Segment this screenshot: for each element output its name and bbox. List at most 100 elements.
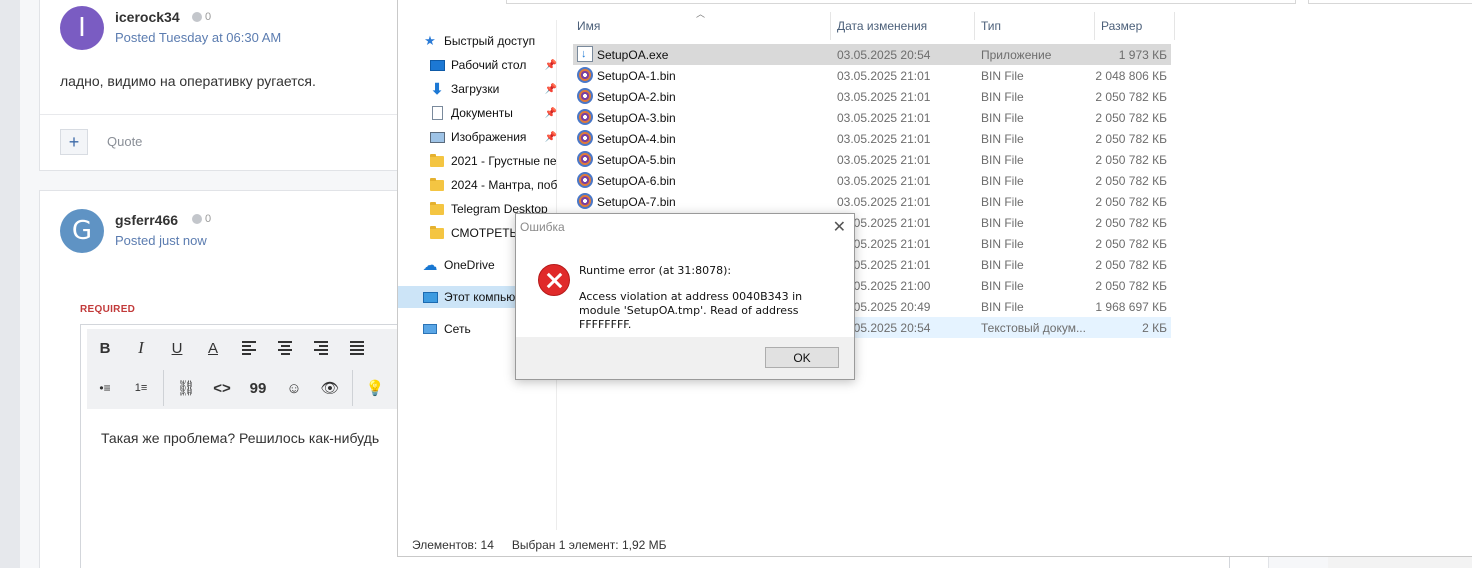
column-header-type[interactable]: Тип xyxy=(981,16,1001,36)
nav-item-label: OneDrive xyxy=(444,258,495,272)
file-date: 03.05.2025 21:01 xyxy=(837,69,931,83)
add-reaction-button[interactable]: + xyxy=(60,129,88,155)
column-header-name[interactable]: Имя xyxy=(577,16,600,36)
align-right-icon[interactable] xyxy=(303,333,339,363)
reputation-count: 0 xyxy=(205,213,212,225)
computer-icon xyxy=(422,289,438,305)
username-link[interactable]: gsferr466 xyxy=(115,212,178,228)
column-header-size[interactable]: Размер xyxy=(1101,16,1142,36)
column-separator[interactable] xyxy=(830,12,831,40)
align-justify-icon[interactable] xyxy=(339,333,375,363)
align-center-icon[interactable] xyxy=(267,333,303,363)
file-type: BIN File xyxy=(981,237,1024,251)
error-dialog: Ошибка ✕ Runtime error (at 31:8078): Acc… xyxy=(515,213,855,380)
quote-button[interactable]: Quote xyxy=(107,134,142,149)
username-link[interactable]: icerock34 xyxy=(115,9,180,25)
nav-item-label: Быстрый доступ xyxy=(444,34,536,48)
emoji-icon[interactable]: ☺ xyxy=(276,373,312,403)
file-size: 2 050 782 КБ xyxy=(1095,111,1167,125)
bullet-list-icon[interactable]: •≡ xyxy=(87,373,123,403)
post-timestamp[interactable]: Posted just now xyxy=(115,233,207,248)
pin-icon[interactable]: 📌 xyxy=(545,132,557,143)
file-name: SetupOA-7.bin xyxy=(597,195,676,209)
file-type: BIN File xyxy=(981,90,1024,104)
pin-icon[interactable]: 📌 xyxy=(545,84,557,95)
nav-item[interactable]: 2021 - Грустные пе xyxy=(429,150,563,172)
underline-button[interactable]: U xyxy=(159,333,195,363)
ok-button[interactable]: OK xyxy=(765,347,839,368)
file-row[interactable]: SetupOA-6.bin 03.05.2025 21:01 BIN File 2 0… xyxy=(573,170,1171,191)
italic-button[interactable]: I xyxy=(123,333,159,363)
file-row[interactable]: ↓ SetupOA.exe 03.05.2025 20:54 Приложение 1 … xyxy=(573,44,1171,65)
reputation-badge: 0 xyxy=(192,213,211,225)
file-row[interactable]: SetupOA-7.bin 03.05.2025 21:01 BIN File 2 0… xyxy=(573,191,1171,212)
installer-icon: ↓ xyxy=(577,46,593,62)
toolbar-divider xyxy=(352,370,353,406)
file-row[interactable]: SetupOA-3.bin 03.05.2025 21:01 BIN File 2 0… xyxy=(573,107,1171,128)
file-size: 2 050 782 КБ xyxy=(1095,90,1167,104)
file-row[interactable]: SetupOA-4.bin 03.05.2025 21:01 BIN File 2 0… xyxy=(573,128,1171,149)
error-message: Access violation at address 0040B343 in … xyxy=(579,290,803,331)
file-date: 03.05.2025 21:01 xyxy=(837,195,931,209)
pin-icon[interactable]: 📌 xyxy=(545,108,557,119)
address-bar[interactable] xyxy=(506,0,1296,4)
align-left-icon[interactable] xyxy=(231,333,267,363)
file-size: 2 050 782 КБ xyxy=(1095,153,1167,167)
nav-item-label: 2024 - Мантра, поб xyxy=(451,178,558,192)
link-icon[interactable]: ⛓ xyxy=(168,373,204,403)
file-type: BIN File xyxy=(981,258,1024,272)
file-type: BIN File xyxy=(981,69,1024,83)
preview-eye-icon[interactable]: 👁 xyxy=(312,373,348,403)
disc-icon xyxy=(577,172,593,188)
file-row[interactable]: SetupOA-1.bin 03.05.2025 21:01 BIN File 2 0… xyxy=(573,65,1171,86)
column-separator[interactable] xyxy=(1094,12,1095,40)
file-size: 2 050 782 КБ xyxy=(1095,279,1167,293)
file-size: 2 050 782 КБ xyxy=(1095,237,1167,251)
toolbar-row: •≡ 1≡ ⛓ <> 99 ☺ 👁 💡 xyxy=(87,369,393,407)
search-box[interactable] xyxy=(1308,0,1472,4)
column-header-date[interactable]: Дата изменения xyxy=(837,16,927,36)
folder-icon xyxy=(429,177,445,193)
nav-item[interactable]: ⬇ Загрузки 📌 xyxy=(429,78,563,100)
file-type: BIN File xyxy=(981,111,1024,125)
lightbulb-icon[interactable]: 💡 xyxy=(357,373,393,403)
code-icon[interactable]: <> xyxy=(204,373,240,403)
column-separator[interactable] xyxy=(1174,12,1175,40)
disc-icon xyxy=(577,151,593,167)
file-row[interactable]: SetupOA-2.bin 03.05.2025 21:01 BIN File 2 0… xyxy=(573,86,1171,107)
nav-item[interactable]: ★ Быстрый доступ xyxy=(422,30,556,52)
avatar[interactable]: G xyxy=(60,209,104,253)
file-type: BIN File xyxy=(981,153,1024,167)
nav-item-label: Изображения xyxy=(451,130,527,144)
file-name: SetupOA-4.bin xyxy=(597,132,676,146)
desktop-icon xyxy=(429,57,445,73)
file-date: 03.05.2025 21:01 xyxy=(837,132,931,146)
file-type: BIN File xyxy=(981,132,1024,146)
nav-item[interactable]: 2024 - Мантра, поб xyxy=(429,174,563,196)
nav-item[interactable]: Рабочий стол 📌 xyxy=(429,54,563,76)
file-row[interactable]: SetupOA-5.bin 03.05.2025 21:01 BIN File 2 0… xyxy=(573,149,1171,170)
error-icon xyxy=(538,264,570,296)
post-timestamp[interactable]: Posted Tuesday at 06:30 AM xyxy=(115,30,281,45)
avatar[interactable]: I xyxy=(60,6,104,50)
cloud-icon: ☁ xyxy=(422,257,438,274)
nav-item[interactable]: Документы 📌 xyxy=(429,102,563,124)
text-color-button[interactable]: A xyxy=(195,333,231,363)
quote-icon[interactable]: 99 xyxy=(240,373,276,403)
column-separator[interactable] xyxy=(974,12,975,40)
nav-item-label: Рабочий стол xyxy=(451,58,527,72)
numbered-list-icon[interactable]: 1≡ xyxy=(123,373,159,403)
nav-item-label: Документы xyxy=(451,106,513,120)
file-name: SetupOA-6.bin xyxy=(597,174,676,188)
post-body: ладно, видимо на оперативку ругается. xyxy=(60,73,316,89)
nav-item[interactable]: Изображения 📌 xyxy=(429,126,563,148)
nav-item-label: Загрузки xyxy=(451,82,500,96)
pin-icon[interactable]: 📌 xyxy=(545,60,557,71)
sort-ascending-icon: ︿ xyxy=(696,9,706,19)
file-size: 2 050 782 КБ xyxy=(1095,174,1167,188)
close-icon[interactable]: ✕ xyxy=(833,217,846,236)
nav-item-label: Сеть xyxy=(444,322,471,336)
editor-content[interactable]: Такая же проблема? Решилось как-нибудь xyxy=(101,430,379,446)
bold-button[interactable]: B xyxy=(87,333,123,363)
dialog-title: Ошибка xyxy=(520,220,565,234)
